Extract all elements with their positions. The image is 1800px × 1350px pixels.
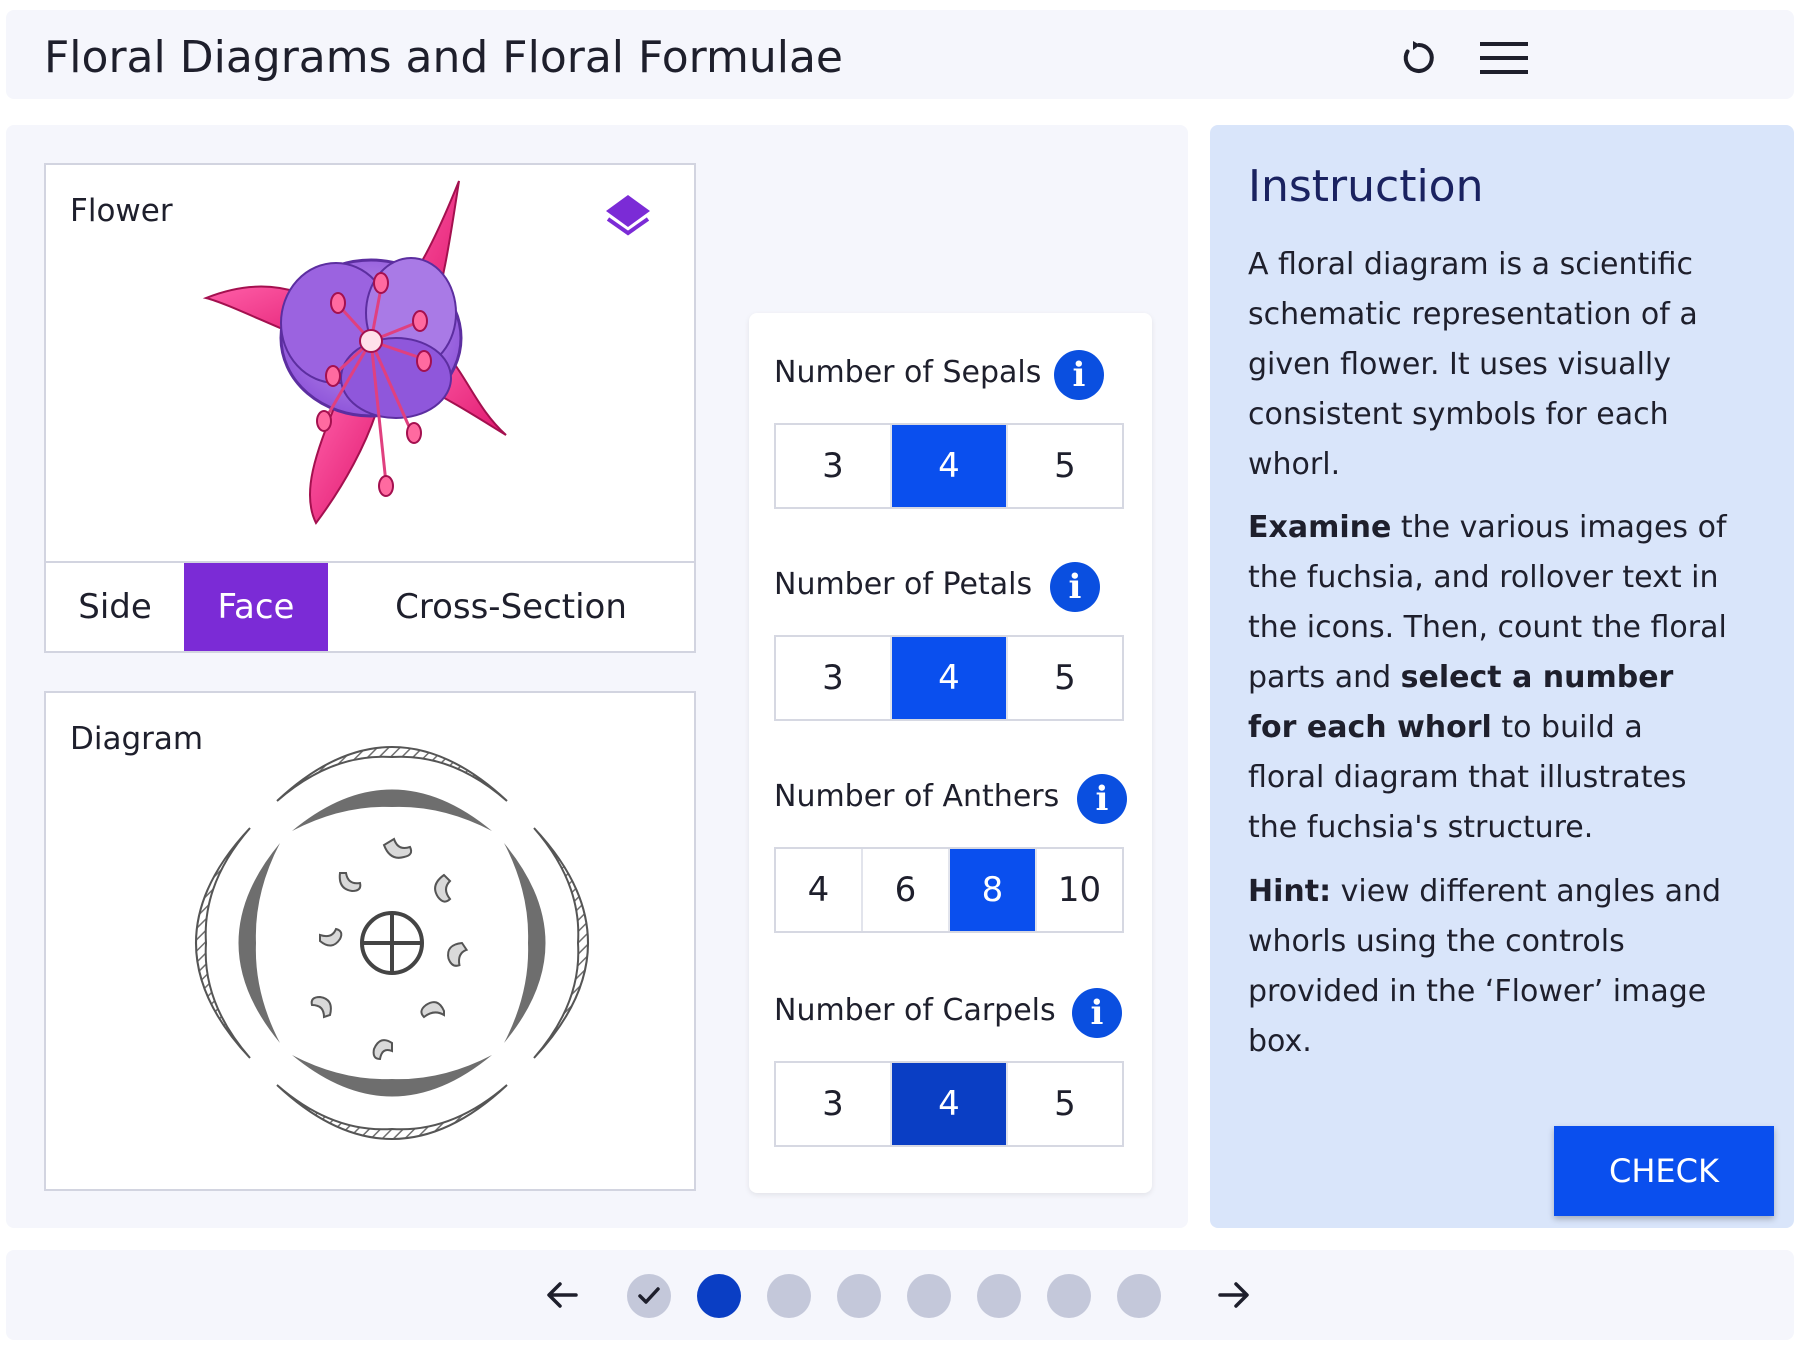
page-dot-8[interactable] <box>1117 1274 1161 1318</box>
floral-diagram-box: Diagram <box>44 691 696 1191</box>
anthers-option-8[interactable]: 8 <box>950 849 1037 931</box>
carpels-option-3[interactable]: 3 <box>776 1063 892 1145</box>
carpels-info-icon[interactable]: i <box>1072 988 1122 1038</box>
instruction-paragraph-2: Examine the various images of the fuchsi… <box>1248 503 1728 853</box>
checkmark-icon <box>638 1287 660 1304</box>
carpels-option-5[interactable]: 5 <box>1008 1063 1122 1145</box>
menu-button[interactable] <box>1476 30 1532 86</box>
petals-option-5[interactable]: 5 <box>1008 637 1122 719</box>
carpels-selector: 3 4 5 <box>774 1061 1124 1147</box>
tab-face[interactable]: Face <box>184 563 328 651</box>
header-bar: Floral Diagrams and Floral Formulae <box>6 10 1794 99</box>
sepals-option-3[interactable]: 3 <box>776 425 892 507</box>
reset-button[interactable] <box>1391 30 1447 86</box>
tab-side[interactable]: Side <box>46 563 184 651</box>
flower-image-box: Flower <box>44 163 696 563</box>
hint-label: Hint: <box>1248 874 1332 909</box>
activity-panel: Flower Side Face Cross-Section Diagram N… <box>6 125 1188 1228</box>
page-dot-4[interactable] <box>837 1274 881 1318</box>
previous-button[interactable] <box>539 1272 585 1318</box>
petals-option-3[interactable]: 3 <box>776 637 892 719</box>
sepals-selector: 3 4 5 <box>774 423 1124 509</box>
anthers-selector: 4 6 8 10 <box>774 847 1124 933</box>
instruction-emphasis-examine: Examine <box>1248 510 1392 545</box>
arrow-left-icon <box>547 1282 578 1308</box>
anthers-info-icon[interactable]: i <box>1077 774 1127 824</box>
arrow-right-icon <box>1218 1282 1249 1308</box>
petals-selector: 3 4 5 <box>774 635 1124 721</box>
page-dot-6[interactable] <box>977 1274 1021 1318</box>
page-dot-3[interactable] <box>767 1274 811 1318</box>
petals-option-4[interactable]: 4 <box>892 637 1008 719</box>
tab-cross-section[interactable]: Cross-Section <box>328 563 694 651</box>
flower-view-tabs: Side Face Cross-Section <box>44 563 696 653</box>
instruction-panel: Instruction A floral diagram is a scient… <box>1210 125 1794 1228</box>
carpels-option-4[interactable]: 4 <box>892 1063 1008 1145</box>
anthers-option-4[interactable]: 4 <box>776 849 863 931</box>
page-dot-1[interactable] <box>627 1274 671 1318</box>
whorl-controls-card: Number of Sepals i 3 4 5 Number of Petal… <box>749 313 1152 1193</box>
carpel-symbol <box>360 911 424 975</box>
carpels-label: Number of Carpels <box>774 993 1056 1028</box>
flower-label: Flower <box>70 193 173 229</box>
petals-info-icon[interactable]: i <box>1050 562 1100 612</box>
sepals-option-5[interactable]: 5 <box>1008 425 1122 507</box>
page-dot-2[interactable] <box>697 1274 741 1318</box>
petals-label: Number of Petals <box>774 567 1033 602</box>
check-button[interactable]: CHECK <box>1554 1126 1774 1216</box>
page-dot-5[interactable] <box>907 1274 951 1318</box>
sepals-info-icon[interactable]: i <box>1054 350 1104 400</box>
page-navigation <box>6 1250 1794 1340</box>
anthers-label: Number of Anthers <box>774 779 1060 814</box>
hamburger-menu-icon <box>1480 42 1528 74</box>
anthers-option-6[interactable]: 6 <box>863 849 950 931</box>
page-dot-7[interactable] <box>1047 1274 1091 1318</box>
anthers-option-10[interactable]: 10 <box>1037 849 1122 931</box>
instruction-paragraph-1: A floral diagram is a scientific schemat… <box>1248 247 1698 482</box>
reset-icon <box>1403 41 1434 73</box>
fuchsia-flower-image <box>202 180 507 525</box>
floral-diagram <box>195 746 589 1140</box>
page-title: Floral Diagrams and Floral Formulae <box>44 32 844 83</box>
layers-icon <box>606 195 650 236</box>
instruction-title: Instruction <box>1248 161 1484 212</box>
sepals-label: Number of Sepals <box>774 355 1042 390</box>
next-button[interactable] <box>1211 1272 1257 1318</box>
instruction-hint: Hint: view different angles and whorls u… <box>1248 867 1728 1067</box>
layers-button[interactable] <box>600 189 656 245</box>
sepals-option-4[interactable]: 4 <box>892 425 1008 507</box>
